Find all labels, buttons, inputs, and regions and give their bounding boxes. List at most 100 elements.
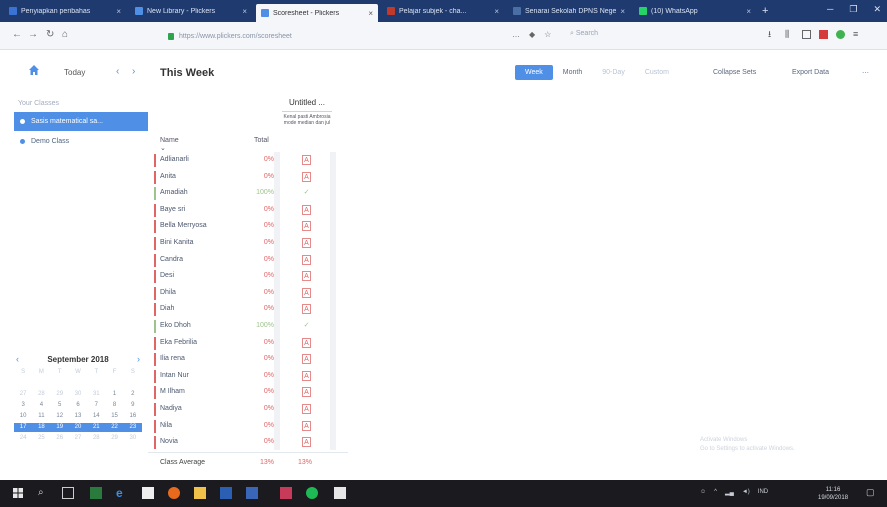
page-actions-icon[interactable]: … xyxy=(512,30,520,39)
incorrect-answer-icon[interactable]: A xyxy=(302,171,311,182)
browser-tab[interactable]: Penyiapkan peribahas × xyxy=(4,3,126,19)
calendar-day[interactable]: 23 xyxy=(123,423,142,432)
student-row[interactable]: Dhila 0% A xyxy=(148,285,348,302)
student-row[interactable]: M Ilham 0% A xyxy=(148,384,348,401)
student-row[interactable]: Desi 0% A xyxy=(148,268,348,285)
more-options-icon[interactable]: ⋯ xyxy=(862,69,869,77)
calendar-day[interactable] xyxy=(124,379,142,388)
incorrect-answer-icon[interactable]: A xyxy=(302,155,311,165)
close-tab-icon[interactable]: × xyxy=(242,7,247,16)
bookmark-star-icon[interactable]: ☆ xyxy=(544,30,551,39)
calendar-day[interactable]: 31 xyxy=(87,390,105,399)
total-column-header[interactable]: Total xyxy=(254,137,269,144)
calendar-day[interactable]: 17 xyxy=(14,423,33,432)
network-icon[interactable]: ▂▄ xyxy=(725,489,734,496)
calendar-day[interactable] xyxy=(51,379,69,388)
calendar-day[interactable]: 10 xyxy=(14,412,32,421)
search-box[interactable]: ⌕ Search xyxy=(570,30,598,38)
calendar-prev-icon[interactable]: ‹ xyxy=(16,354,19,364)
calendar-next-icon[interactable]: › xyxy=(137,354,140,364)
calendar-day[interactable] xyxy=(32,379,50,388)
spotify-icon[interactable] xyxy=(306,487,318,499)
export-data-button[interactable]: Export Data xyxy=(792,69,829,76)
student-row[interactable]: Anita 0% A xyxy=(148,169,348,186)
correct-answer-icon[interactable]: ✓ xyxy=(302,188,311,198)
correct-answer-icon[interactable]: ✓ xyxy=(302,321,311,331)
incorrect-answer-icon[interactable]: A xyxy=(302,271,311,282)
student-row[interactable]: Bella Merryosa 0% A xyxy=(148,218,348,235)
close-tab-icon[interactable]: × xyxy=(746,7,751,16)
name-column-header[interactable]: Name ⌄ xyxy=(160,137,179,152)
calendar-day[interactable]: 1 xyxy=(105,390,123,399)
calendar-day[interactable]: 7 xyxy=(87,401,105,410)
calendar-day[interactable]: 30 xyxy=(69,390,87,399)
taskbar-clock[interactable]: 11:16 19/09/2018 xyxy=(818,486,848,502)
calendar-day[interactable]: 8 xyxy=(105,401,123,410)
start-windows-icon[interactable] xyxy=(12,487,24,499)
close-tab-icon[interactable]: × xyxy=(620,7,625,16)
calendar-day[interactable]: 9 xyxy=(124,401,142,410)
calendar-day[interactable]: 27 xyxy=(69,434,87,443)
home-icon[interactable] xyxy=(28,64,40,76)
calendar-day[interactable]: 18 xyxy=(32,423,51,432)
browser-tab[interactable]: Senarai Sekolah DPNS Negeri × xyxy=(508,3,630,19)
powerpoint-icon[interactable] xyxy=(280,487,292,499)
student-row[interactable]: Nila 0% A xyxy=(148,418,348,435)
minimize-icon[interactable]: ─ xyxy=(827,4,833,15)
firefox-icon[interactable] xyxy=(168,487,180,499)
file-explorer-icon[interactable] xyxy=(194,487,206,499)
calendar-day[interactable]: 15 xyxy=(105,412,123,421)
close-tab-icon[interactable]: × xyxy=(116,7,121,16)
sidebar-icon[interactable] xyxy=(802,30,811,39)
incorrect-answer-icon[interactable]: A xyxy=(302,387,311,398)
calendar-day[interactable]: 16 xyxy=(124,412,142,421)
browser-tab[interactable]: (10) WhatsApp × xyxy=(634,3,756,19)
today-button[interactable]: Today xyxy=(64,68,85,77)
incorrect-answer-icon[interactable]: A xyxy=(302,420,311,431)
incorrect-answer-icon[interactable]: A xyxy=(302,221,311,232)
student-row[interactable]: Bini Kanita 0% A xyxy=(148,235,348,252)
view-90-day-button[interactable]: 90-Day xyxy=(592,65,635,80)
incorrect-answer-icon[interactable]: A xyxy=(302,404,311,414)
student-row[interactable]: Baye sri 0% A xyxy=(148,202,348,219)
search-icon[interactable]: ⌕ xyxy=(38,487,50,499)
pocket-icon[interactable]: ◆ xyxy=(529,30,535,39)
calendar-day[interactable]: 13 xyxy=(69,412,87,421)
calendar-day[interactable]: 21 xyxy=(87,423,106,432)
reload-icon[interactable]: ↻ xyxy=(46,29,54,40)
browser-tab[interactable]: New Library - Plickers × xyxy=(130,3,252,19)
store-icon[interactable] xyxy=(142,487,154,499)
task-view-icon[interactable] xyxy=(62,487,74,499)
student-row[interactable]: Intan Nur 0% A xyxy=(148,368,348,385)
incorrect-answer-icon[interactable]: A xyxy=(302,238,311,248)
student-row[interactable]: Novia 0% A xyxy=(148,434,348,451)
calendar-day[interactable]: 29 xyxy=(105,434,123,443)
incorrect-answer-icon[interactable]: A xyxy=(302,437,311,448)
download-icon[interactable]: ⭳ xyxy=(768,30,777,39)
incorrect-answer-icon[interactable]: A xyxy=(302,370,311,381)
volume-icon[interactable]: ◄) xyxy=(742,489,750,496)
tray-expand-icon[interactable]: ^ xyxy=(714,489,717,496)
incorrect-answer-icon[interactable]: A xyxy=(302,287,311,298)
incorrect-answer-icon[interactable]: A xyxy=(302,337,311,348)
calendar-day[interactable]: 12 xyxy=(51,412,69,421)
student-row[interactable]: Amadiah 100% ✓ xyxy=(148,185,348,202)
library-icon[interactable]: ⫼ xyxy=(785,30,794,39)
calendar-day[interactable]: 2 xyxy=(124,390,142,399)
calendar-day[interactable]: 19 xyxy=(50,423,69,432)
calendar-day[interactable]: 28 xyxy=(32,390,50,399)
menu-icon[interactable]: ≡ xyxy=(853,30,862,39)
browser-tab[interactable]: Scoresheet - Plickers × xyxy=(256,4,378,22)
notification-icon[interactable]: ▢ xyxy=(866,487,875,498)
calendar-day[interactable]: 3 xyxy=(14,401,32,410)
incorrect-answer-icon[interactable]: A xyxy=(302,304,311,315)
calendar-day[interactable] xyxy=(14,379,32,388)
extension-red-icon[interactable] xyxy=(819,30,828,39)
extension-green-icon[interactable] xyxy=(836,30,845,39)
forward-icon[interactable]: → xyxy=(28,29,38,40)
view-week-button[interactable]: Week xyxy=(515,65,553,80)
calendar-day[interactable]: 20 xyxy=(68,423,88,432)
browser-tab[interactable]: Pelajar subjek - cha... × xyxy=(382,3,504,19)
sidebar-class-item[interactable]: Demo Class xyxy=(14,132,148,151)
view-custom-button[interactable]: Custom xyxy=(635,65,679,80)
